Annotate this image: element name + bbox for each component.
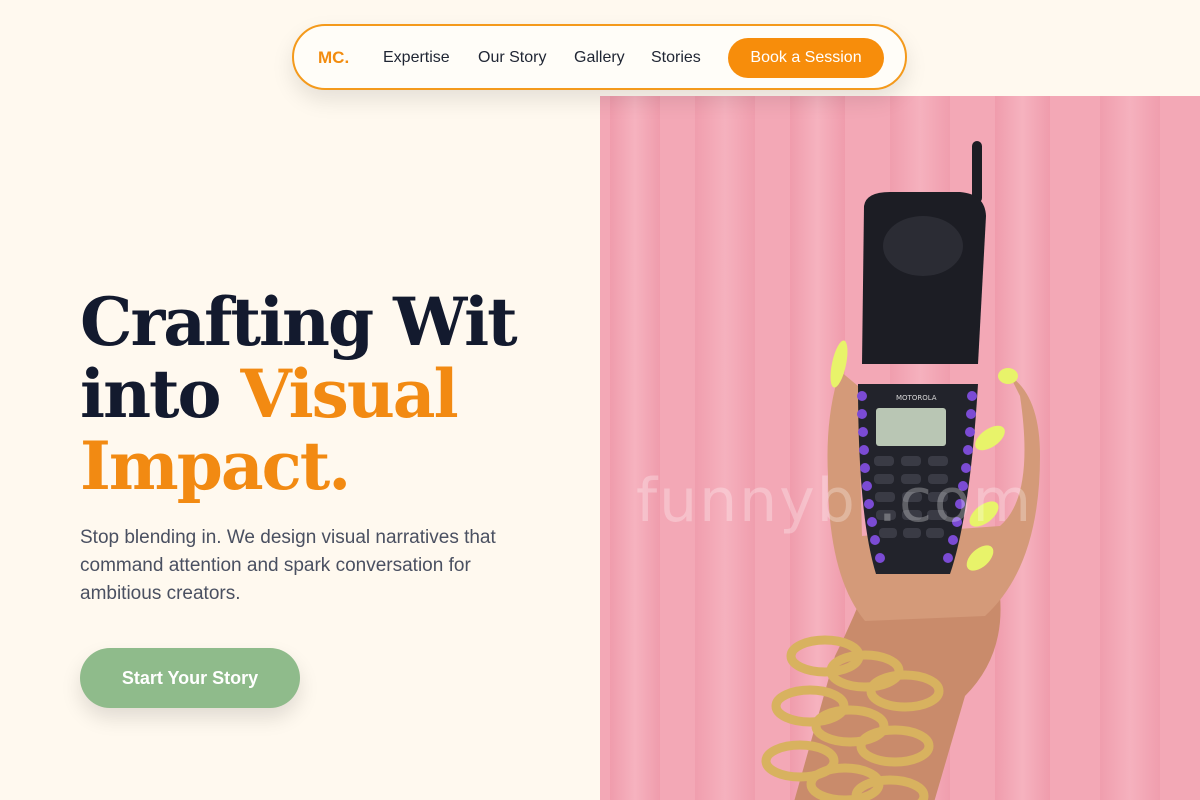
headline-accent-visual: Visual (240, 355, 459, 433)
logo[interactable]: MC. (318, 48, 349, 68)
hero-headline: Crafting Wit into Visual Impact. (80, 283, 518, 505)
hero-illustration: MOTOROLA (600, 96, 1200, 800)
top-navigation: MC. Expertise Our Story Gallery Stories … (292, 24, 907, 90)
headline-line-1: Crafting Wit (80, 283, 518, 361)
headline-accent-impact: Impact. (80, 427, 351, 505)
watermark: funnyb .com (636, 466, 1034, 536)
book-session-button[interactable]: Book a Session (728, 38, 884, 78)
hero-subtitle: Stop blending in. We design visual narra… (80, 527, 496, 604)
nav-link-gallery[interactable]: Gallery (574, 49, 625, 67)
start-story-button[interactable]: Start Your Story (80, 648, 300, 708)
nav-link-expertise[interactable]: Expertise (383, 49, 450, 67)
hero-image: MOTOROLA funnyb .com (600, 96, 1200, 800)
nav-link-stories[interactable]: Stories (651, 49, 701, 67)
headline-line-2-start: into (80, 355, 241, 433)
phone-brand: MOTOROLA (896, 394, 937, 402)
nav-link-our-story[interactable]: Our Story (478, 49, 546, 67)
